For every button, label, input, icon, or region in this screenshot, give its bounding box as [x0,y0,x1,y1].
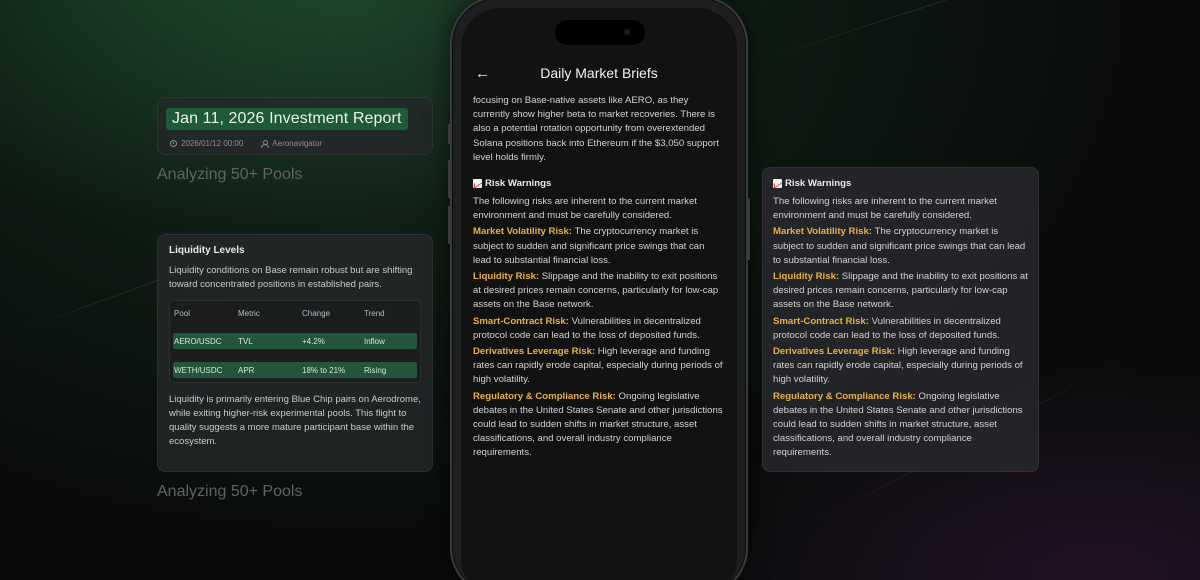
user-icon [261,140,270,148]
brief-intro-text: focusing on Base-native assets like AERO… [473,95,719,163]
risk-name: Regulatory & Compliance Risk: [773,390,916,402]
analyzing-label: Analyzing 50+ Pools [157,166,303,183]
risk-item: Liquidity Risk: Slippage and the inabili… [473,270,725,313]
risk-warnings-heading: Risk Warnings [773,178,1028,189]
table-cell: AERO/USDC [174,336,222,346]
liquidity-table: Pool Metric Change Trend AERO/USDC TVL +… [169,300,421,383]
table-cell: TVL [238,336,253,346]
risk-item: Liquidity Risk: Slippage and the inabili… [773,270,1028,313]
risk-warnings-title: Risk Warnings [785,178,852,189]
risk-item: Smart-Contract Risk: Vulnerabilities in … [773,315,1028,343]
table-cell: 18% to 21% [302,365,346,375]
risk-name: Liquidity Risk: [773,271,840,283]
risk-warnings-title: Risk Warnings [485,178,552,190]
table-cell: Rising [364,365,387,375]
nav-bar: ← Daily Market Briefs [461,63,737,87]
table-row: AERO/USDC TVL +4.2% Inflow [173,333,417,349]
liquidity-intro: Liquidity conditions on Base remain robu… [169,265,413,290]
liquidity-outro: Liquidity is primarily entering Blue Chi… [169,394,421,447]
report-author-text: Aeronavigator [272,139,323,148]
risk-name: Regulatory & Compliance Risk: [473,390,616,402]
nav-title: Daily Market Briefs [540,65,658,81]
table-header: Trend [364,308,385,318]
risk-item: Smart-Contract Risk: Vulnerabilities in … [473,315,725,343]
risk-name: Smart-Contract Risk: [773,315,869,327]
risk-name: Derivatives Leverage Risk: [473,346,596,358]
risk-name: Derivatives Leverage Risk: [773,346,896,358]
report-title: Jan 11, 2026 Investment Report [166,108,408,130]
table-header: Metric [238,308,260,318]
dynamic-island [555,20,645,45]
phone-screen: ← Daily Market Briefs focusing on Base-n… [461,8,737,580]
risk-item: Derivatives Leverage Risk: High leverage… [773,345,1028,388]
liquidity-heading: Liquidity Levels [169,245,245,256]
table-header-row: Pool Metric Change Trend [173,306,417,320]
phone-side-button [448,160,451,198]
report-date: 2026/01/12 00:00 [170,139,243,148]
analyzing-label: Analyzing 50+ Pools [157,483,303,500]
clock-icon [170,140,177,147]
liquidity-card: Liquidity Levels Liquidity conditions on… [157,234,433,472]
table-header: Pool [174,308,191,318]
risk-item: Regulatory & Compliance Risk: Ongoing le… [773,390,1028,461]
risk-intro: The following risks are inherent to the … [773,196,997,222]
risk-name: Market Volatility Risk: [473,226,572,238]
table-cell: Inflow [364,336,385,346]
table-cell: APR [238,365,255,375]
table-cell: +4.2% [302,336,325,346]
risk-name: Liquidity Risk: [473,271,540,283]
camera-icon [624,29,630,35]
risk-item: Market Volatility Risk: The cryptocurren… [773,225,1028,268]
table-row: WETH/USDC APR 18% to 21% Rising [173,362,417,378]
risk-item: Derivatives Leverage Risk: High leverage… [473,345,725,388]
risk-name: Market Volatility Risk: [773,226,872,238]
risk-intro: The following risks are inherent to the … [473,196,697,222]
phone-frame: ← Daily Market Briefs focusing on Base-n… [448,0,750,580]
table-cell: WETH/USDC [174,365,223,375]
report-author: Aeronavigator [261,139,322,148]
risk-warnings-card: Risk Warnings The following risks are in… [762,167,1039,472]
risk-item: Market Volatility Risk: The cryptocurren… [473,225,725,268]
risk-item: Regulatory & Compliance Risk: Ongoing le… [473,390,725,461]
phone-side-button [448,206,451,244]
report-meta: 2026/01/12 00:00 Aeronavigator [166,139,424,148]
chart-increasing-icon [473,179,482,189]
table-header: Change [302,308,331,318]
report-date-text: 2026/01/12 00:00 [181,139,244,148]
phone-side-button [448,124,451,144]
risk-warnings-heading: Risk Warnings [473,178,725,189]
chart-increasing-icon [773,179,782,188]
risk-name: Smart-Contract Risk: [473,315,569,327]
report-header-card: Jan 11, 2026 Investment Report 2026/01/1… [157,97,433,155]
brief-content[interactable]: focusing on Base-native assets like AERO… [473,94,725,461]
phone-side-button [747,198,750,260]
